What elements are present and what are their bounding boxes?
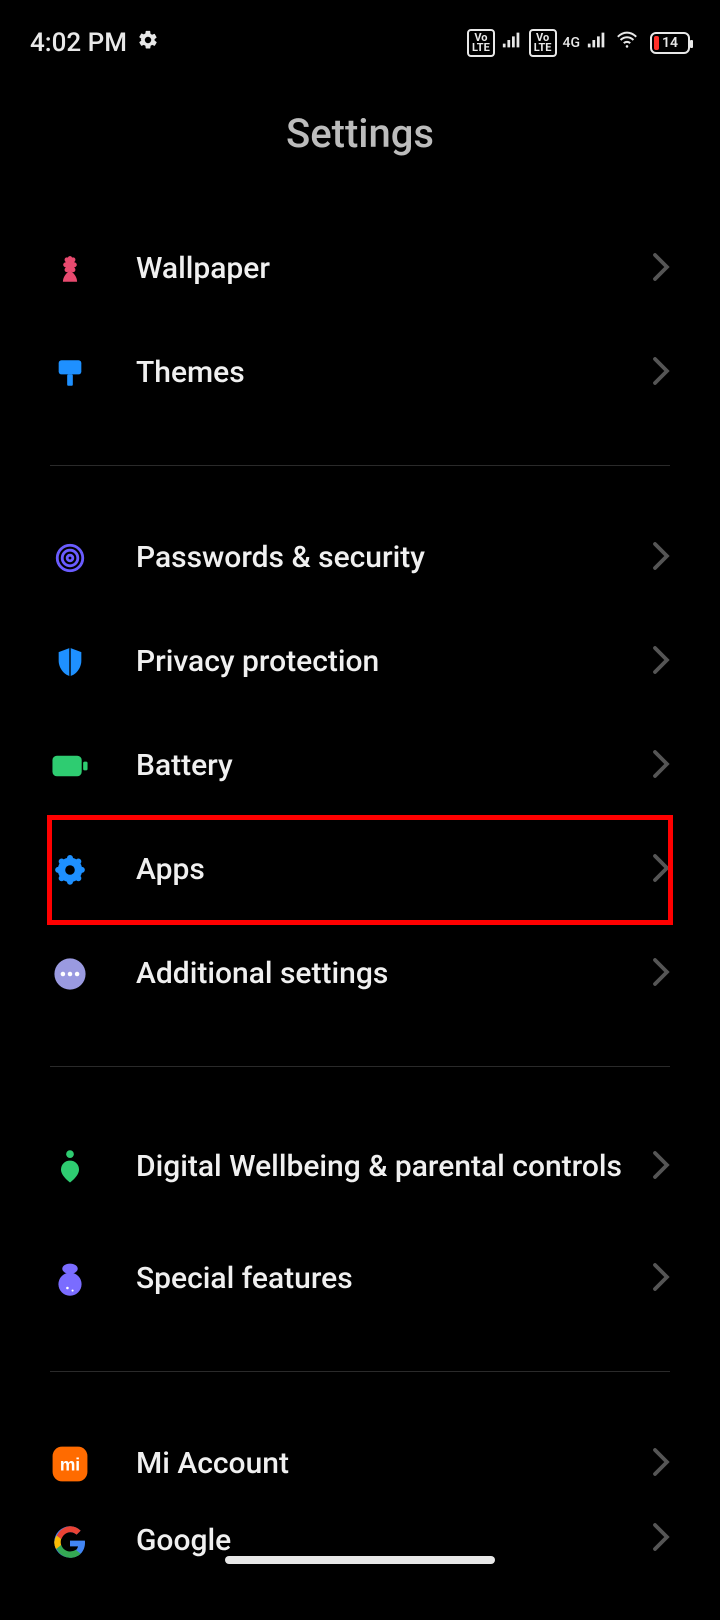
divider: [50, 1371, 670, 1372]
settings-item-label: Privacy protection: [136, 643, 652, 681]
flask-icon: [50, 1259, 90, 1299]
chevron-right-icon: [652, 1150, 670, 1184]
settings-item-label: Apps: [136, 851, 652, 889]
settings-item-battery[interactable]: Battery: [50, 714, 670, 818]
settings-item-label: Battery: [136, 747, 652, 785]
battery-percent: 14: [662, 35, 678, 51]
settings-item-themes[interactable]: Themes: [50, 321, 670, 425]
chevron-right-icon: [652, 645, 670, 679]
divider: [50, 465, 670, 466]
settings-item-label: Google: [136, 1522, 652, 1560]
status-right: VoLTE VoLTE 4G 14: [467, 28, 690, 58]
chevron-right-icon: [652, 252, 670, 286]
wifi-icon: [614, 28, 640, 58]
chevron-right-icon: [652, 1522, 670, 1556]
settings-item-privacy[interactable]: Privacy protection: [50, 610, 670, 714]
settings-item-special[interactable]: Special features: [50, 1227, 670, 1331]
mi-logo-icon: mi: [50, 1444, 90, 1484]
settings-item-label: Digital Wellbeing & parental controls: [136, 1148, 652, 1186]
settings-item-label: Themes: [136, 354, 652, 392]
volte-badge-2-icon: VoLTE: [529, 29, 557, 57]
network-type: 4G: [563, 36, 581, 50]
brush-icon: [50, 353, 90, 393]
settings-item-miaccount[interactable]: mi Mi Account: [50, 1412, 670, 1516]
divider: [50, 1066, 670, 1067]
chevron-right-icon: [652, 1447, 670, 1481]
chevron-right-icon: [652, 957, 670, 991]
gear-icon: [137, 28, 159, 58]
fingerprint-icon: [50, 538, 90, 578]
settings-item-passwords[interactable]: Passwords & security: [50, 506, 670, 610]
battery-icon: [50, 746, 90, 786]
settings-item-additional[interactable]: Additional settings: [50, 922, 670, 1026]
ellipsis-circle-icon: [50, 954, 90, 994]
settings-item-google[interactable]: Google: [50, 1516, 670, 1620]
signal-2-icon: [586, 28, 608, 58]
home-indicator[interactable]: [225, 1556, 495, 1564]
chevron-right-icon: [652, 853, 670, 887]
page-title: Settings: [0, 110, 720, 157]
battery-icon: 14: [646, 32, 690, 54]
signal-icon: [501, 28, 523, 58]
volte-badge-icon: VoLTE: [467, 29, 495, 57]
google-logo-icon: [50, 1522, 90, 1562]
settings-item-label: Wallpaper: [136, 250, 652, 288]
svg-text:mi: mi: [60, 1454, 80, 1474]
settings-list: Wallpaper Themes Passwords & security Pr…: [0, 217, 720, 1620]
settings-item-wallpaper[interactable]: Wallpaper: [50, 217, 670, 321]
shield-icon: [50, 642, 90, 682]
status-left: 4:02 PM: [30, 28, 159, 58]
wellbeing-icon: [50, 1147, 90, 1187]
settings-item-label: Additional settings: [136, 955, 652, 993]
settings-item-label: Passwords & security: [136, 539, 652, 577]
flower-icon: [50, 249, 90, 289]
settings-item-label: Special features: [136, 1260, 652, 1298]
settings-item-label: Mi Account: [136, 1445, 652, 1483]
settings-item-apps[interactable]: Apps: [50, 818, 670, 922]
chevron-right-icon: [652, 1262, 670, 1296]
settings-item-wellbeing[interactable]: Digital Wellbeing & parental controls: [50, 1107, 670, 1227]
chevron-right-icon: [652, 541, 670, 575]
gear-filled-icon: [50, 850, 90, 890]
chevron-right-icon: [652, 749, 670, 783]
chevron-right-icon: [652, 356, 670, 390]
clock: 4:02 PM: [30, 28, 127, 58]
status-bar: 4:02 PM VoLTE VoLTE 4G 14: [0, 0, 720, 70]
